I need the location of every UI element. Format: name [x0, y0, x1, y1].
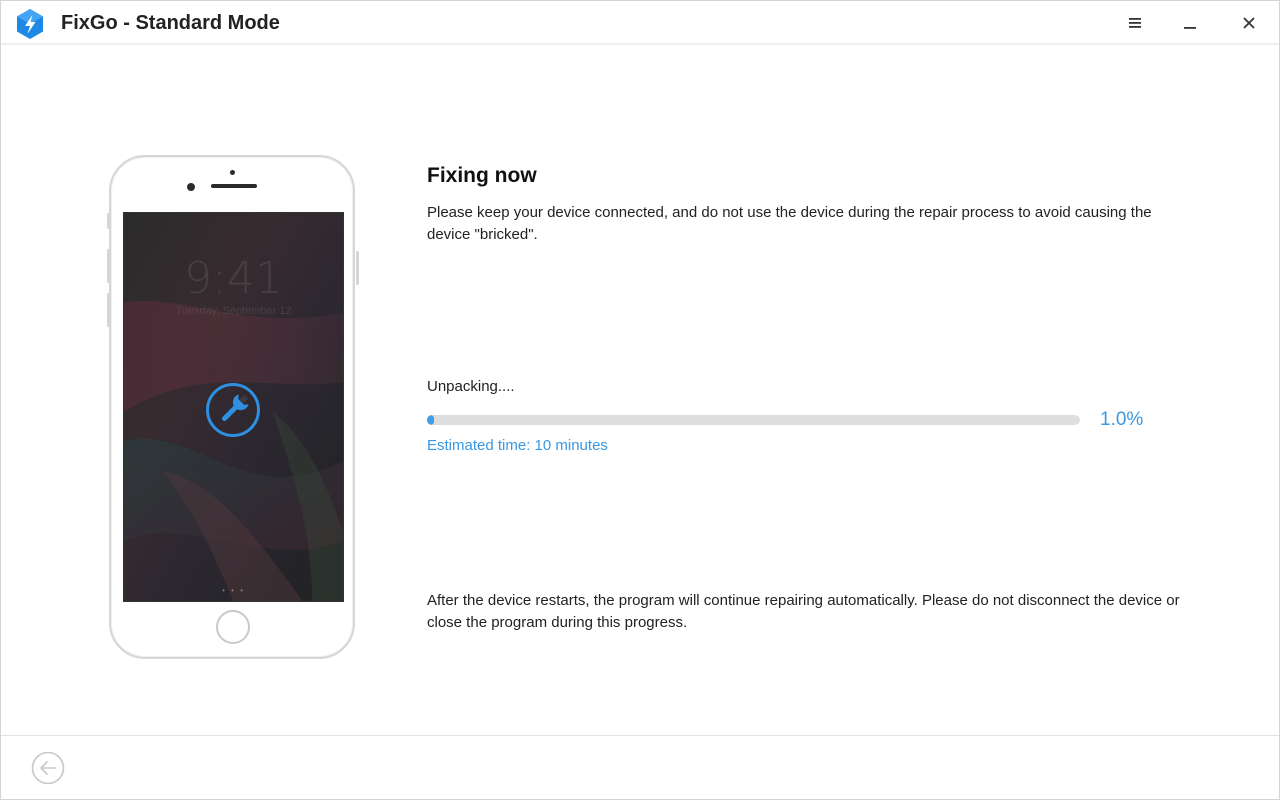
progress-percentage: 1.0% [1100, 409, 1144, 430]
footnote-text: After the device restarts, the program w… [427, 592, 1180, 631]
phone-mute-switch [107, 213, 110, 229]
wrench-icon [204, 381, 262, 439]
progress-bar [427, 415, 1080, 425]
phone-screen: 9:41 Tuesday, September 12 • • • [123, 212, 344, 602]
phone-speaker [211, 184, 257, 188]
title-bar: FixGo - Standard Mode [1, 1, 1279, 45]
footer-bar [1, 735, 1279, 799]
window-title: FixGo - Standard Mode [61, 12, 280, 34]
progress-bar-fill [427, 415, 434, 425]
phone-power-button [356, 251, 359, 285]
phone-camera [187, 183, 195, 191]
fixgo-logo-icon [14, 8, 46, 40]
page-title: Fixing now [427, 164, 537, 187]
page-indicator: • • • [222, 586, 245, 595]
back-arrow-icon[interactable] [31, 751, 65, 785]
menu-icon[interactable] [1120, 9, 1150, 37]
status-text: Unpacking.... [427, 378, 515, 395]
phone-sensor [230, 170, 235, 175]
lock-screen-time: 9:41 [184, 253, 283, 304]
app-window: FixGo - Standard Mode 9:41 Tuesday, Sept… [0, 0, 1280, 800]
instruction-text: Please keep your device connected, and d… [427, 204, 1152, 243]
phone-volume-down [107, 293, 110, 327]
lock-screen-date: Tuesday, September 12 [175, 305, 292, 317]
phone-home-button [216, 610, 250, 644]
estimated-time: Estimated time: 10 minutes [427, 437, 608, 454]
minimize-icon[interactable] [1175, 9, 1205, 37]
close-icon[interactable] [1234, 9, 1264, 37]
phone-volume-up [107, 249, 110, 283]
